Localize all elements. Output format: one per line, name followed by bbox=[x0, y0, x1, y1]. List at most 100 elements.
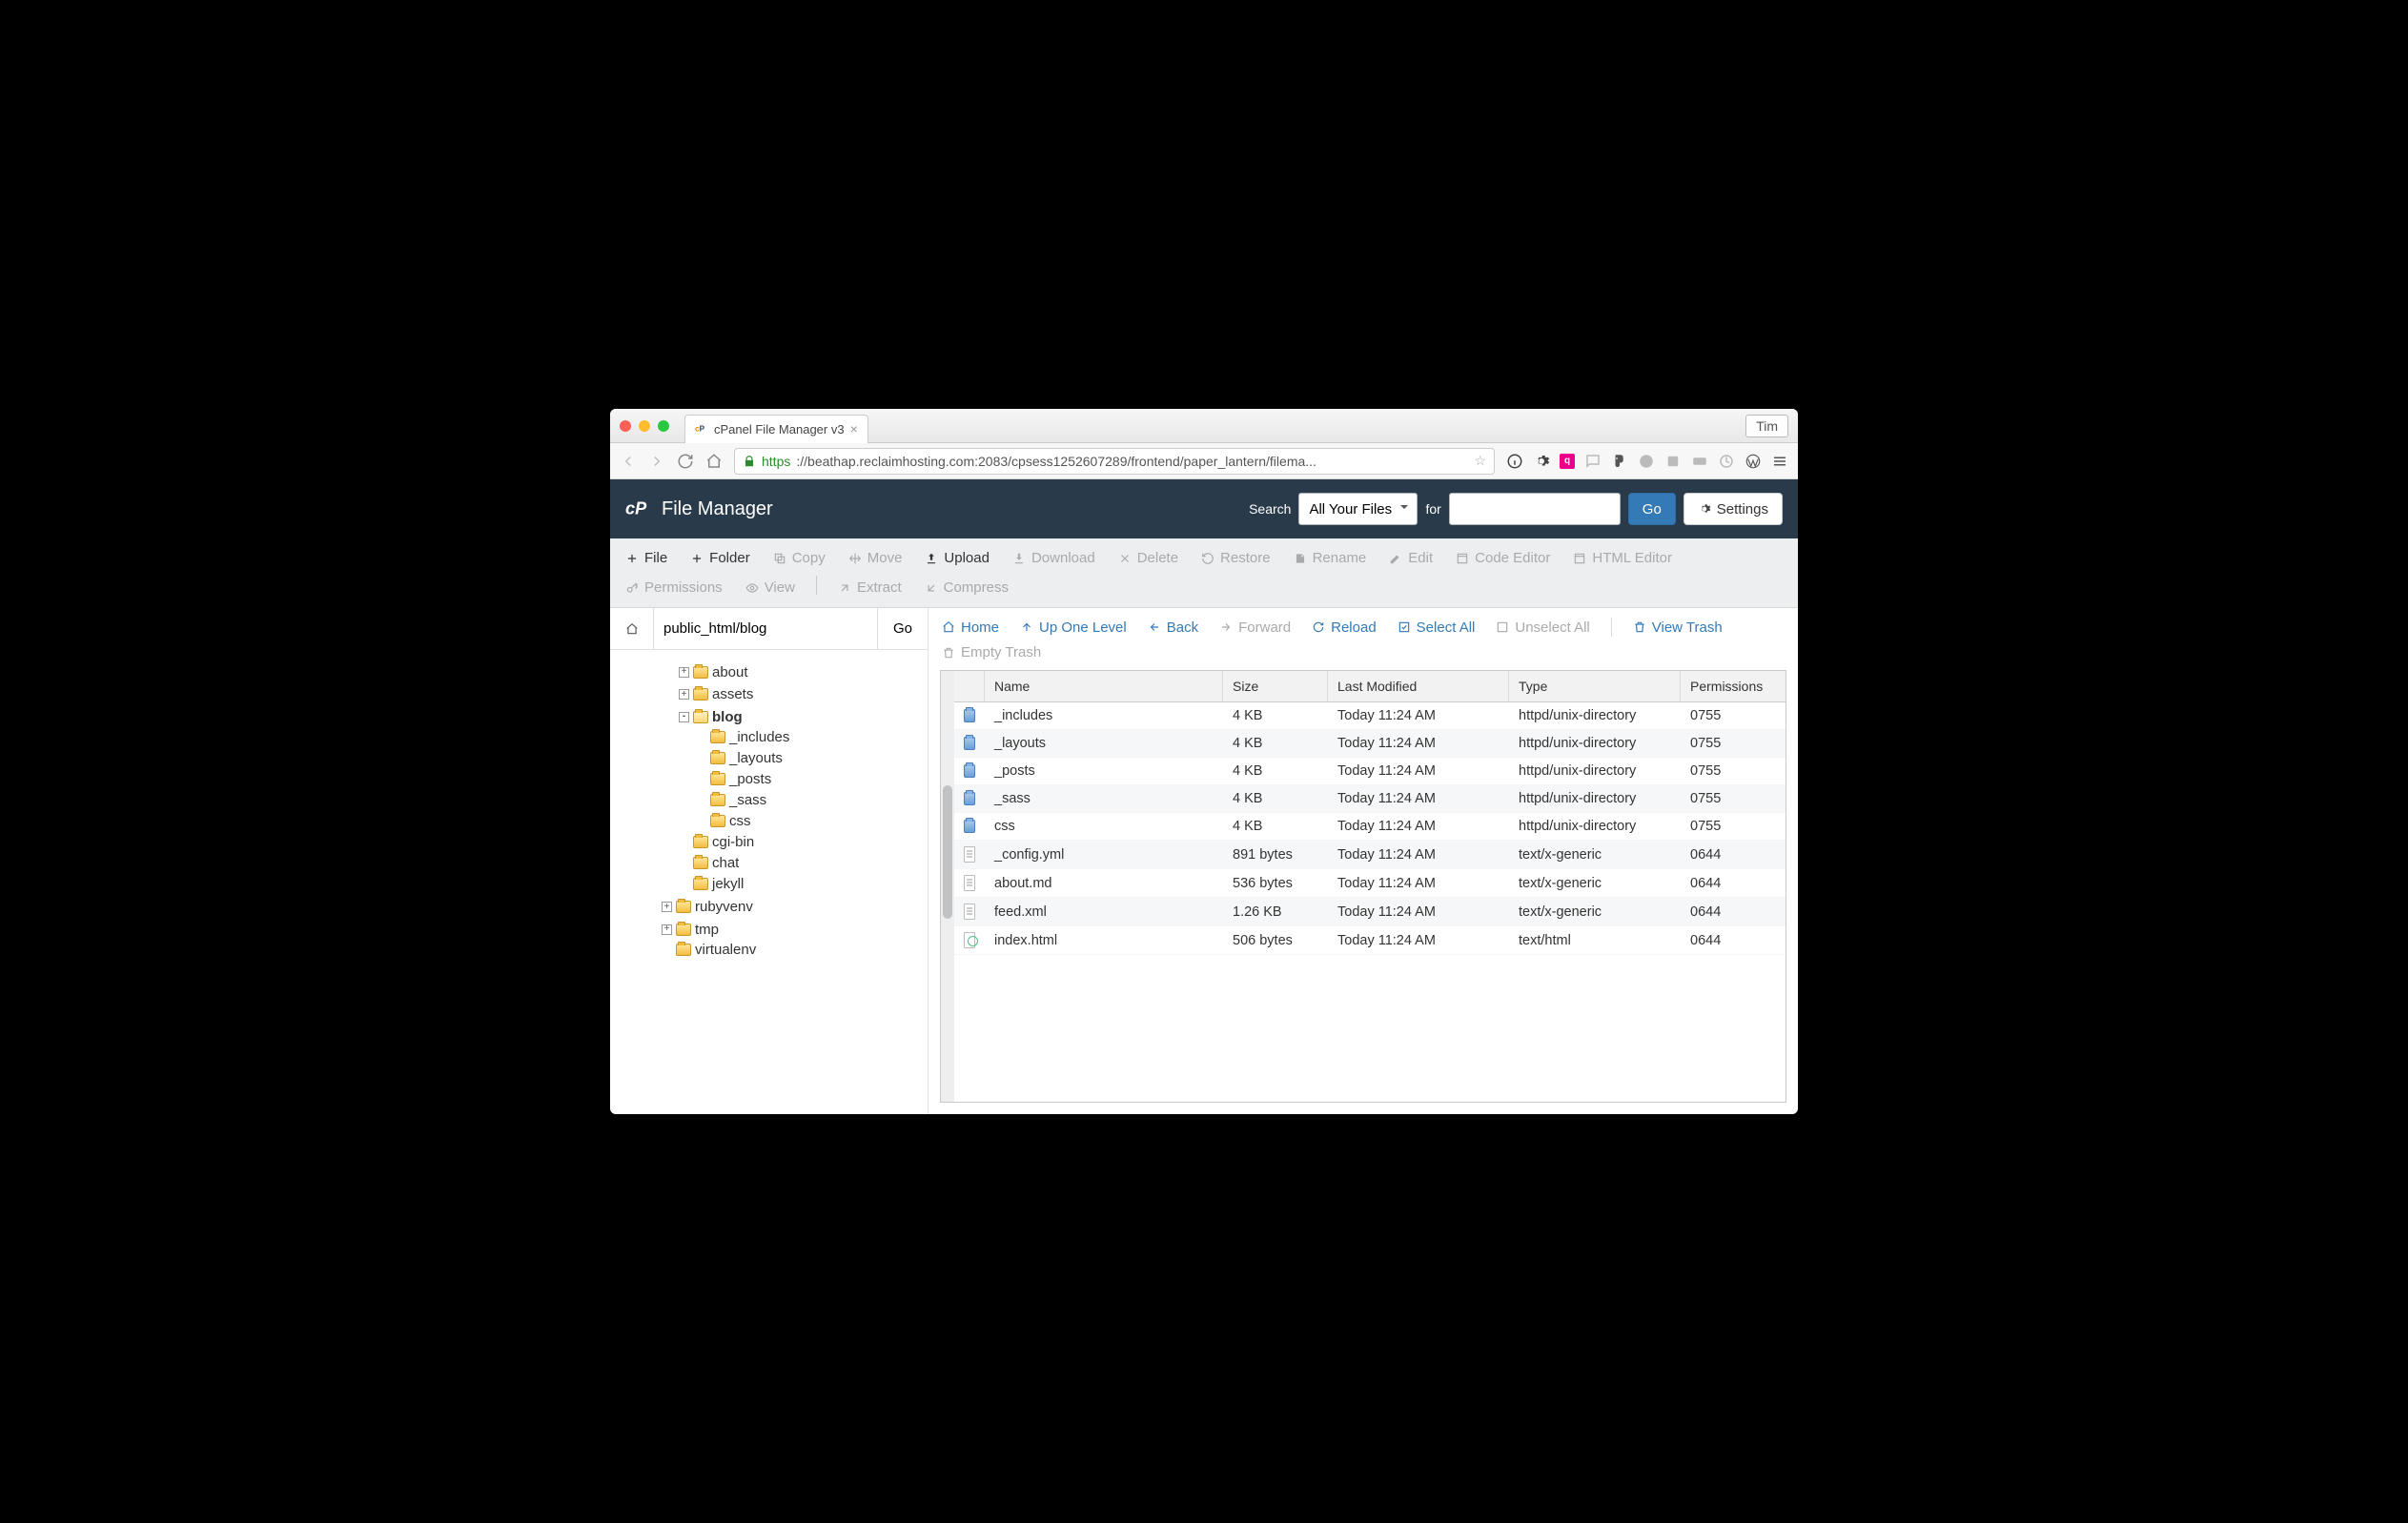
action-empty-trash[interactable]: Empty Trash bbox=[942, 644, 1785, 660]
row-size: 536 bytes bbox=[1223, 869, 1328, 897]
tree-node[interactable]: +about bbox=[679, 664, 748, 680]
settings-button[interactable]: Settings bbox=[1684, 493, 1783, 525]
header-permissions[interactable]: Permissions bbox=[1681, 671, 1786, 701]
tree-node[interactable]: _includes bbox=[696, 729, 789, 745]
tree-expander-icon[interactable]: + bbox=[679, 667, 689, 678]
new-file-button[interactable]: File bbox=[623, 546, 669, 570]
tree-expander-icon[interactable]: + bbox=[662, 924, 672, 935]
code-editor-button[interactable]: Code Editor bbox=[1454, 546, 1552, 570]
search-go-button[interactable]: Go bbox=[1628, 493, 1676, 525]
tree-node[interactable]: -blog bbox=[679, 709, 743, 725]
action-forward[interactable]: Forward bbox=[1219, 618, 1291, 637]
delete-button[interactable]: Delete bbox=[1116, 546, 1180, 570]
compress-button[interactable]: Compress bbox=[923, 576, 1010, 599]
tree-node[interactable]: jekyll bbox=[679, 876, 744, 892]
extension-gear-icon[interactable] bbox=[1533, 453, 1550, 470]
search-scope-select[interactable]: All Your Files bbox=[1298, 493, 1418, 525]
row-name: index.html bbox=[985, 926, 1223, 954]
row-name: _posts bbox=[985, 758, 1223, 784]
extract-button[interactable]: Extract bbox=[836, 576, 904, 599]
nav-forward-icon[interactable] bbox=[648, 453, 665, 470]
tree-node[interactable]: +assets bbox=[679, 686, 753, 702]
nav-reload-icon[interactable] bbox=[677, 453, 694, 470]
browser-profile-button[interactable]: Tim bbox=[1745, 415, 1788, 437]
tree-node[interactable]: _sass bbox=[696, 792, 766, 808]
action-home[interactable]: Home bbox=[942, 618, 999, 637]
rename-button[interactable]: Rename bbox=[1292, 546, 1369, 570]
tree-node[interactable]: +rubyvenv bbox=[662, 899, 753, 915]
header-size[interactable]: Size bbox=[1223, 671, 1328, 701]
tree-node[interactable]: chat bbox=[679, 855, 739, 871]
extension-css-icon[interactable] bbox=[1691, 453, 1708, 470]
scrollbar[interactable] bbox=[941, 671, 954, 1102]
tab-close-icon[interactable]: × bbox=[850, 421, 858, 437]
extension-6-icon[interactable] bbox=[1664, 453, 1682, 470]
action-back[interactable]: Back bbox=[1148, 618, 1198, 637]
table-row[interactable]: index.html506 bytesToday 11:24 AMtext/ht… bbox=[954, 926, 1786, 955]
tree-node[interactable]: cgi-bin bbox=[679, 834, 754, 850]
folder-icon bbox=[693, 836, 708, 848]
extension-chat-icon[interactable] bbox=[1584, 453, 1602, 470]
up-icon bbox=[1020, 620, 1033, 634]
table-row[interactable]: _includes4 KBToday 11:24 AMhttpd/unix-di… bbox=[954, 702, 1786, 730]
tree-node[interactable]: +tmp bbox=[662, 922, 719, 938]
tree-node[interactable]: _layouts bbox=[696, 750, 783, 766]
path-input[interactable] bbox=[654, 608, 878, 649]
html-editor-button[interactable]: HTML Editor bbox=[1571, 546, 1674, 570]
browser-tab[interactable]: cP cPanel File Manager v3 × bbox=[684, 415, 868, 443]
permissions-button[interactable]: Permissions bbox=[623, 576, 724, 599]
view-button[interactable]: View bbox=[744, 576, 797, 599]
nav-back-icon[interactable] bbox=[620, 453, 637, 470]
action-bar: Home Up One Level Back Forward Reload Se… bbox=[929, 608, 1798, 664]
header-icon-col[interactable] bbox=[954, 671, 985, 701]
path-go-button[interactable]: Go bbox=[878, 608, 928, 649]
extension-8-icon[interactable] bbox=[1718, 453, 1735, 470]
header-type[interactable]: Type bbox=[1509, 671, 1681, 701]
close-window-button[interactable] bbox=[620, 420, 631, 432]
download-button[interactable]: Download bbox=[1010, 546, 1097, 570]
header-modified[interactable]: Last Modified bbox=[1328, 671, 1509, 701]
chrome-menu-icon[interactable] bbox=[1771, 453, 1788, 470]
table-row[interactable]: _config.yml891 bytesToday 11:24 AMtext/x… bbox=[954, 841, 1786, 869]
tree-node[interactable]: _posts bbox=[696, 771, 771, 787]
address-bar[interactable]: https ://beathap.reclaimhosting.com:2083… bbox=[734, 448, 1495, 475]
table-row[interactable]: feed.xml1.26 KBToday 11:24 AMtext/x-gene… bbox=[954, 898, 1786, 926]
table-row[interactable]: _layouts4 KBToday 11:24 AMhttpd/unix-dir… bbox=[954, 730, 1786, 758]
extension-q-icon[interactable]: q bbox=[1560, 454, 1575, 469]
action-up[interactable]: Up One Level bbox=[1020, 618, 1127, 637]
action-select-all[interactable]: Select All bbox=[1398, 618, 1476, 637]
extension-wordpress-icon[interactable] bbox=[1745, 453, 1762, 470]
extension-evernote-icon[interactable] bbox=[1611, 453, 1628, 470]
header-name[interactable]: Name bbox=[985, 671, 1223, 701]
action-unselect-all[interactable]: Unselect All bbox=[1496, 618, 1589, 637]
extension-info-icon[interactable] bbox=[1506, 453, 1523, 470]
table-row[interactable]: about.md536 bytesToday 11:24 AMtext/x-ge… bbox=[954, 869, 1786, 898]
tree-node[interactable]: css bbox=[696, 813, 751, 829]
table-row[interactable]: _posts4 KBToday 11:24 AMhttpd/unix-direc… bbox=[954, 758, 1786, 785]
extension-5-icon[interactable] bbox=[1638, 453, 1655, 470]
action-reload[interactable]: Reload bbox=[1312, 618, 1377, 637]
move-button[interactable]: Move bbox=[847, 546, 905, 570]
edit-button[interactable]: Edit bbox=[1387, 546, 1435, 570]
nav-home-icon[interactable] bbox=[705, 453, 723, 470]
scrollbar-thumb[interactable] bbox=[943, 785, 952, 919]
search-input[interactable] bbox=[1449, 493, 1621, 525]
copy-button[interactable]: Copy bbox=[771, 546, 827, 570]
table-row[interactable]: css4 KBToday 11:24 AMhttpd/unix-director… bbox=[954, 813, 1786, 841]
tree-node[interactable]: virtualenv bbox=[662, 942, 756, 958]
row-size: 4 KB bbox=[1223, 813, 1328, 840]
action-view-trash[interactable]: View Trash bbox=[1633, 618, 1723, 637]
tree-expander-icon[interactable]: - bbox=[679, 712, 689, 722]
bookmark-star-icon[interactable]: ☆ bbox=[1474, 453, 1486, 469]
new-folder-button[interactable]: Folder bbox=[688, 546, 752, 570]
row-icon-cell bbox=[954, 730, 985, 757]
zoom-window-button[interactable] bbox=[658, 420, 669, 432]
upload-button[interactable]: Upload bbox=[923, 546, 991, 570]
table-row[interactable]: _sass4 KBToday 11:24 AMhttpd/unix-direct… bbox=[954, 785, 1786, 813]
restore-button[interactable]: Restore bbox=[1199, 546, 1273, 570]
home-path-button[interactable] bbox=[610, 608, 654, 649]
minimize-window-button[interactable] bbox=[639, 420, 650, 432]
tree-expander-icon[interactable]: + bbox=[662, 902, 672, 912]
tree-expander-icon[interactable]: + bbox=[679, 689, 689, 700]
row-type: httpd/unix-directory bbox=[1509, 813, 1681, 840]
